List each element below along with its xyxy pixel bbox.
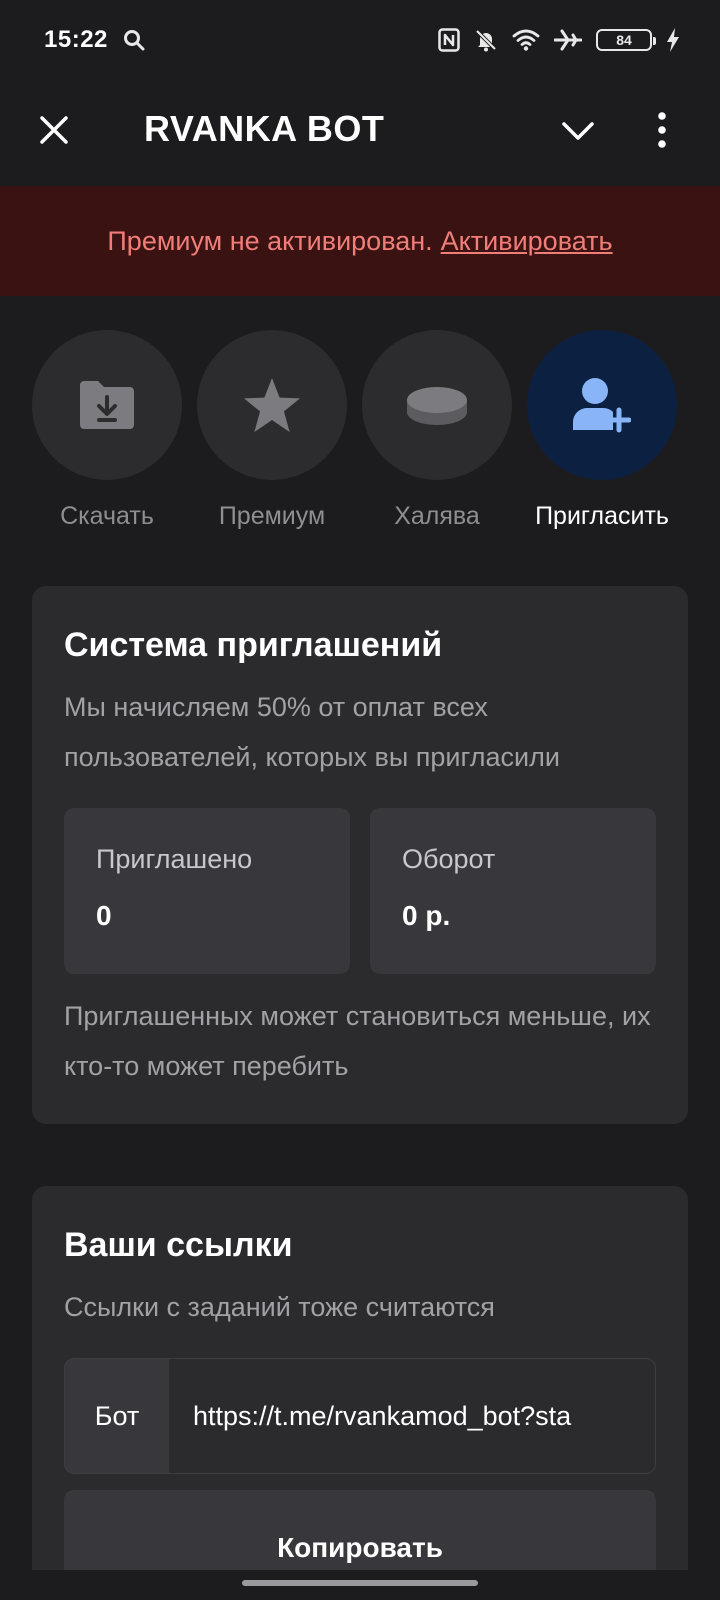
stat-invited-value: 0 — [96, 900, 112, 931]
app-screen: 15:22 84 RVANKA BOT Премиум не активиров… — [0, 0, 720, 1600]
more-vertical-icon[interactable] — [650, 108, 674, 152]
nfc-icon — [438, 28, 460, 52]
add-user-icon — [573, 378, 631, 433]
charging-icon — [667, 28, 679, 52]
status-bar: 15:22 84 — [0, 0, 720, 84]
bell-off-icon — [475, 29, 497, 52]
stat-invited: Приглашено 0 — [64, 808, 350, 974]
close-icon[interactable] — [34, 110, 74, 150]
links-card: Ваши ссылки Ссылки с заданий тоже считаю… — [32, 1186, 688, 1600]
bot-link-tag: Бот — [65, 1359, 169, 1473]
stat-turnover-label: Оборот — [402, 844, 496, 874]
stat-invited-label: Приглашено — [96, 844, 253, 874]
action-invite-circle[interactable] — [527, 330, 677, 480]
action-premium-label: Премиум — [218, 502, 326, 530]
action-invite-label: Пригласить — [535, 502, 669, 530]
invite-card-title: Система приглашений — [64, 626, 443, 664]
action-freebie[interactable]: Халява — [362, 330, 512, 531]
bot-link-field[interactable] — [169, 1359, 655, 1473]
coins-icon — [407, 387, 467, 425]
stat-turnover: Оборот 0 р. — [370, 808, 656, 974]
action-invite[interactable]: Пригласить — [527, 330, 677, 531]
status-time: 15:22 — [44, 26, 108, 53]
invite-card-description: Мы начисляем 50% от оплат всех пользоват… — [64, 692, 560, 772]
links-card-description: Ссылки с заданий тоже считаются — [64, 1292, 495, 1322]
premium-banner-text: Премиум не активирован. — [107, 225, 433, 256]
invite-system-card: Система приглашений Мы начисляем 50% от … — [32, 586, 688, 1124]
search-icon — [124, 30, 145, 51]
links-card-title: Ваши ссылки — [64, 1226, 293, 1264]
star-icon — [244, 378, 300, 432]
action-bar: Скачать Премиум Халява Пригласить — [32, 330, 692, 540]
premium-banner: Премиум не активирован. Активировать — [0, 186, 720, 296]
action-download-label: Скачать — [60, 502, 154, 530]
stat-turnover-value: 0 р. — [402, 900, 451, 931]
status-icons: 84 — [438, 26, 680, 54]
battery-icon: 84 — [596, 29, 656, 51]
battery-level: 84 — [616, 32, 632, 48]
action-download-circle[interactable] — [32, 330, 182, 480]
activate-premium-link[interactable]: Активировать — [441, 226, 613, 257]
folder-download-icon — [80, 381, 134, 429]
airplane-icon — [554, 29, 582, 51]
action-freebie-circle[interactable] — [362, 330, 512, 480]
invite-card-note: Приглашенных может становиться меньше, и… — [64, 1001, 651, 1081]
gesture-bar[interactable] — [242, 1580, 478, 1586]
action-freebie-label: Халява — [394, 502, 480, 530]
bot-link-row: Бот — [64, 1358, 656, 1474]
action-premium[interactable]: Премиум — [197, 330, 347, 531]
action-download[interactable]: Скачать — [32, 330, 182, 531]
action-premium-circle[interactable] — [197, 330, 347, 480]
wifi-icon — [512, 29, 540, 51]
chevron-down-icon[interactable] — [556, 108, 600, 152]
page-title: RVANKA BOT — [144, 108, 385, 149]
app-header: RVANKA BOT — [0, 84, 720, 184]
